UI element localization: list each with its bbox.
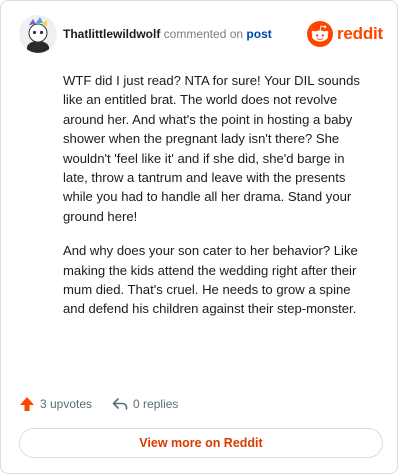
comment-header: Thatlittlewildwolf commented on post red… [19, 15, 383, 55]
comment-actions: 3 upvotes 0 replies [19, 394, 198, 414]
comment-body: WTF did I just read? NTA for sure! Your … [63, 71, 363, 334]
commented-on-text: commented on [163, 27, 244, 41]
reply-button[interactable]: 0 replies [112, 396, 178, 412]
view-more-button[interactable]: View more on Reddit [19, 428, 383, 458]
username-link[interactable]: Thatlittlewildwolf [63, 27, 160, 41]
comment-paragraph: WTF did I just read? NTA for sure! Your … [63, 73, 360, 224]
reply-arrow-icon [112, 398, 128, 410]
comment-embed-card: Thatlittlewildwolf commented on post red… [0, 0, 398, 474]
user-avatar[interactable] [19, 15, 57, 53]
reddit-snoo-icon [306, 21, 333, 47]
comment-paragraph: And why does your son cater to her behav… [63, 243, 358, 317]
upvote-arrow-icon [20, 397, 34, 411]
reddit-logo[interactable]: reddit [306, 21, 383, 47]
reply-count: 0 replies [133, 397, 179, 411]
snoo-avatar-icon [19, 15, 57, 53]
upvote-button[interactable]: 3 upvotes [19, 396, 92, 412]
reddit-wordmark: reddit [336, 24, 383, 43]
comment-byline: Thatlittlewildwolf commented on post [63, 27, 272, 41]
upvote-count: 3 upvotes [40, 397, 93, 411]
post-link[interactable]: post [246, 27, 271, 41]
